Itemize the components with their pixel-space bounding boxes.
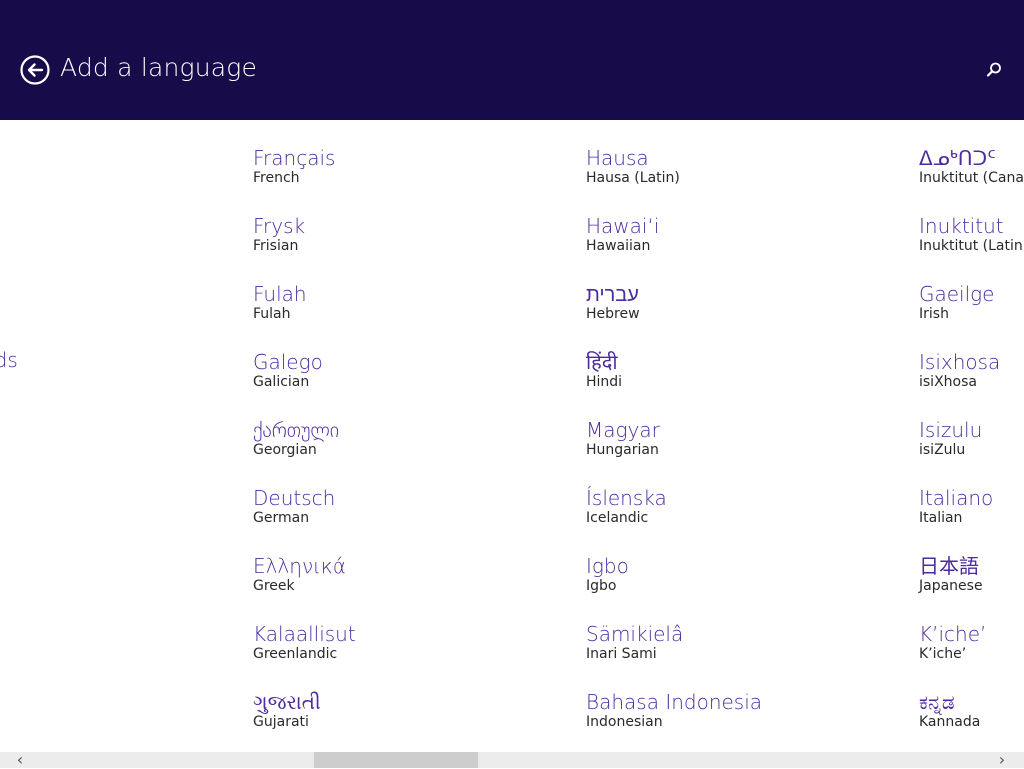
language-item[interactable]: עברית Hebrew	[586, 280, 916, 348]
chevron-right-icon[interactable]: ›	[994, 752, 1010, 768]
language-item[interactable]: ᐃᓄᒃᑎᑐᑦInuktitut (Canadian	[919, 144, 1024, 212]
language-list: nds FrançaisFrench FryskFrisian FulahFul…	[0, 120, 1024, 752]
language-native-name[interactable]: nds	[0, 346, 18, 374]
search-icon[interactable]	[984, 60, 1004, 80]
language-item[interactable]: ગુજરાતી Gujarati	[253, 688, 583, 752]
language-item[interactable]: Frysk Frisian	[253, 212, 583, 280]
chevron-left-icon[interactable]: ‹	[12, 752, 28, 768]
language-english-name: Inari Sami	[586, 646, 657, 662]
language-item[interactable]: Hausa Hausa (Latin)	[586, 144, 916, 212]
language-column: Français French Frysk Frisian Fulah Fulah G…	[253, 144, 583, 752]
page-header: Add a language	[0, 0, 1024, 120]
language-english-name: Hebrew	[586, 306, 640, 322]
language-item[interactable]: ಕನ್ನಡ Kannada	[919, 688, 1024, 752]
language-english-name: Japanese	[919, 578, 983, 594]
horizontal-scrollbar[interactable]: ‹ ›	[0, 752, 1024, 768]
language-item[interactable]: Magyar Hungarian	[586, 416, 916, 484]
language-column: ᐃᓄᒃᑎᑐᑦInuktitut (Canadian InuktitutInukt…	[919, 144, 1024, 752]
language-item[interactable]: Íslenska Icelandic	[586, 484, 916, 552]
language-english-name: Inuktitut (Latin)	[919, 238, 1024, 254]
language-english-name: Georgian	[253, 442, 317, 458]
language-item[interactable]: Ελληνικά Greek	[253, 552, 583, 620]
language-item[interactable]: Bahasa Indonesia Indonesian	[586, 688, 916, 752]
back-arrow-circle-icon[interactable]	[20, 55, 50, 85]
language-item[interactable]: Deutsch German	[253, 484, 583, 552]
language-item[interactable]: Kalaallisut Greenlandic	[253, 620, 583, 688]
language-english-name: Galician	[253, 374, 310, 390]
scrollbar-thumb[interactable]	[314, 752, 478, 768]
language-english-name: Greenlandic	[253, 646, 338, 662]
language-column: Hausa Hausa (Latin) Hawaiʻi Hawaiian עברית…	[586, 144, 916, 752]
language-english-name: Hawaiian	[586, 238, 651, 254]
language-item[interactable]: हिंदी Hindi	[586, 348, 916, 416]
language-item[interactable]: Français French	[253, 144, 583, 212]
language-english-name: isiXhosa	[919, 374, 977, 390]
language-english-name: German	[253, 510, 310, 526]
language-english-name: Hausa (Latin)	[586, 170, 680, 186]
language-item[interactable]: Hawaiʻi Hawaiian	[586, 212, 916, 280]
language-item[interactable]: Italiano Italian	[919, 484, 1024, 552]
language-item[interactable]: K’iche’ K’iche’	[919, 620, 1024, 688]
language-item[interactable]: ქართული Georgian	[253, 416, 583, 484]
language-item[interactable]: Inuktitut Inuktitut (Latin)	[919, 212, 1024, 280]
language-english-name: Icelandic	[586, 510, 649, 526]
language-english-name: Gujarati	[253, 714, 309, 730]
language-item[interactable]: Gaeilge Irish	[919, 280, 1024, 348]
language-english-name: Igbo	[586, 578, 617, 594]
page-title: Add a language	[60, 53, 258, 82]
language-english-name: Hungarian	[586, 442, 659, 458]
language-item[interactable]: Fulah Fulah	[253, 280, 583, 348]
language-item[interactable]: Isizulu isiZulu	[919, 416, 1024, 484]
language-item[interactable]: Isixhosa isiXhosa	[919, 348, 1024, 416]
language-english-name: Hindi	[586, 374, 623, 390]
language-item[interactable]: 日本語 Japanese	[919, 552, 1024, 620]
language-english-name: Inuktitut (Canadian	[919, 170, 1024, 186]
language-item[interactable]: Galego Galician	[253, 348, 583, 416]
language-english-name: Kannada	[919, 714, 981, 730]
language-item[interactable]: Sämikielâ Inari Sami	[586, 620, 916, 688]
language-item[interactable]: Igbo Igbo	[586, 552, 916, 620]
